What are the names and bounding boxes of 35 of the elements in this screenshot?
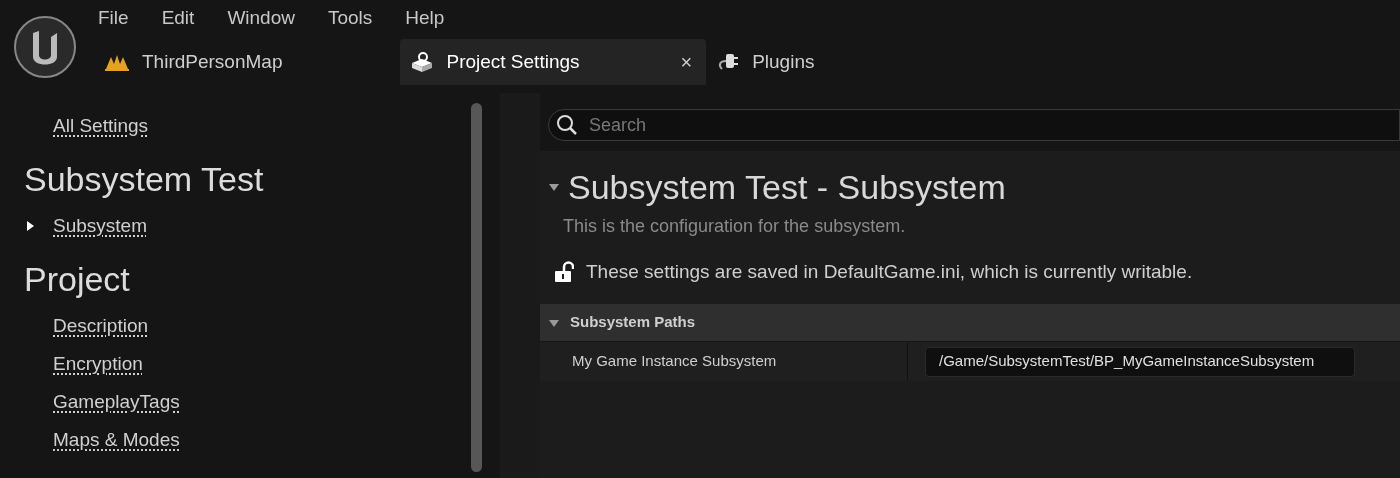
tab[interactable]: ThirdPersonMap [90,39,401,85]
search-icon [556,114,578,136]
category-heading: Project [24,259,131,299]
tab-label: ThirdPersonMap [142,49,283,74]
settings-link[interactable]: Subsystem [53,211,147,241]
expand-arrow-icon [24,220,36,232]
settings-link[interactable]: Encryption [53,349,143,379]
section-title: Subsystem Test - Subsystem [568,167,1006,207]
settings-link[interactable]: Maps & Modes [53,425,180,455]
tab-label: Project Settings [446,49,581,74]
menu-item[interactable]: Edit [161,4,195,36]
settings-link[interactable]: Description [53,311,149,341]
tab[interactable]: Plugins [706,39,829,85]
property-label: My Game Instance Subsystem [571,351,778,372]
menu-item[interactable]: File [98,4,129,36]
category-header[interactable]: Subsystem Paths [540,304,1400,341]
search-field[interactable]: Search [548,109,1400,141]
menu-item[interactable]: Tools [327,4,373,36]
settings-link[interactable]: GameplayTags [53,387,180,417]
menu-item[interactable]: Help [405,4,445,36]
close-icon[interactable]: × [680,47,693,77]
settings-link[interactable]: All Settings [53,111,149,141]
category-title: Subsystem Paths [570,312,696,333]
section-description: This is the configuration for the subsystem. [562,215,907,238]
scrollbar[interactable] [470,103,482,472]
settings-icon [410,51,435,73]
tab[interactable]: Project Settings × [400,39,707,85]
tab-label: Plugins [752,49,815,74]
menu-item[interactable]: Window [227,4,295,36]
property-value-field[interactable]: /Game/SubsystemTest/BP_MyGameInstanceSubsystem [925,346,1355,377]
level-icon [104,53,130,71]
collapse-arrow-icon [548,181,560,193]
category-heading: Subsystem Test [24,159,265,199]
config-notice: These settings are saved in DefaultGame.ini, which is currently writable. [586,259,1193,284]
engine-logo[interactable] [13,14,77,79]
